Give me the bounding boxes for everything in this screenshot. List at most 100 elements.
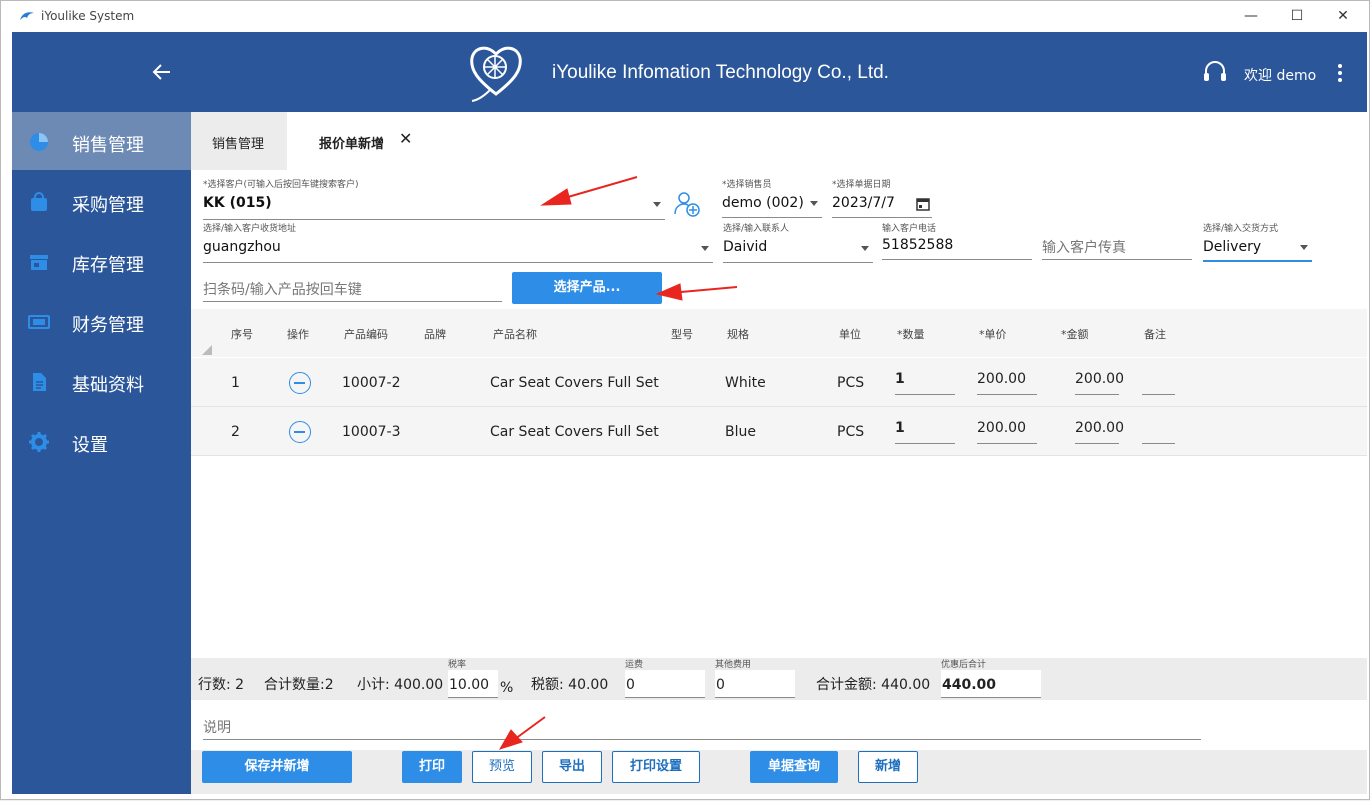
address-select[interactable]: 选择/输入客户收货地址 guangzhou — [203, 222, 713, 263]
tab-new-quotation[interactable]: 报价单新增 ✕ — [287, 112, 427, 170]
col-header: 规格 — [727, 328, 749, 341]
note-input[interactable] — [1142, 371, 1175, 395]
remark-input[interactable]: 说明 — [203, 712, 1201, 740]
dropdown-caret-icon — [701, 246, 709, 251]
phone-field[interactable]: 输入客户电话 51852588 — [882, 222, 1032, 260]
note-input[interactable] — [1142, 420, 1175, 444]
cell-name: Car Seat Covers Full Set — [490, 424, 659, 440]
query-documents-button[interactable]: 单据查询 — [750, 751, 838, 783]
cell-no: 1 — [231, 375, 240, 391]
cell-no: 2 — [231, 424, 240, 440]
sidebar-item-basic-data[interactable]: 基础资料 — [12, 352, 191, 410]
fax-field[interactable]: 输入客户传真 — [1042, 222, 1192, 260]
pie-chart-icon — [30, 133, 48, 151]
back-arrow-icon[interactable] — [150, 60, 174, 84]
print-settings-button[interactable]: 打印设置 — [612, 751, 700, 783]
close-window-button[interactable]: ✕ — [1323, 5, 1363, 27]
remove-row-icon[interactable] — [289, 372, 311, 394]
dropdown-caret-icon — [1300, 245, 1308, 250]
sidebar-item-label: 库存管理 — [72, 255, 144, 276]
sidebar-item-purchase[interactable]: 采购管理 — [12, 172, 191, 230]
amount-input[interactable]: 200.00 — [1075, 371, 1124, 395]
document-icon — [33, 373, 46, 391]
discounted-total-field[interactable]: 优惠后合计 440.00 — [941, 660, 1041, 698]
freight-label: 运费 — [625, 660, 644, 670]
other-fee-value: 0 — [716, 677, 725, 693]
sidebar-item-label: 设置 — [72, 435, 108, 456]
cell-spec: White — [725, 375, 766, 391]
maximize-button[interactable]: ☐ — [1277, 5, 1317, 27]
table-header: 序号 操作 产品编码 品牌 产品名称 型号 规格 单位 *数量 *单价 *金额 … — [191, 309, 1367, 357]
address-label: 选择/输入客户收货地址 — [203, 224, 297, 234]
freight-value: 0 — [626, 677, 635, 693]
date-value: 2023/7/7 — [832, 195, 895, 211]
contact-select[interactable]: 选择/输入联系人 Daivid — [723, 222, 873, 263]
price-input[interactable]: 200.00 — [977, 420, 1037, 444]
select-product-button[interactable]: 选择产品... — [512, 272, 662, 304]
cell-name: Car Seat Covers Full Set — [490, 375, 659, 391]
print-button[interactable]: 打印 — [402, 751, 462, 783]
qty-input[interactable]: 1 — [895, 420, 955, 444]
dropdown-caret-icon — [861, 246, 869, 251]
tab-label: 报价单新增 — [319, 137, 385, 152]
sidebar-item-inventory[interactable]: 库存管理 — [12, 232, 191, 290]
fax-placeholder: 输入客户传真 — [1042, 240, 1126, 256]
other-fee-field[interactable]: 其他费用 0 — [715, 660, 795, 698]
cell-spec: Blue — [725, 424, 756, 440]
salesman-label: *选择销售员 — [722, 180, 772, 190]
discounted-total-value: 440.00 — [942, 677, 997, 693]
new-button[interactable]: 新增 — [858, 751, 918, 783]
qty-input[interactable]: 1 — [895, 371, 955, 395]
tax-rate-field[interactable]: 税率 10.00 — [448, 660, 498, 698]
date-picker[interactable]: *选择单据日期 2023/7/7 — [832, 178, 932, 218]
sidebar-item-finance[interactable]: 财务管理 — [12, 292, 191, 350]
headset-icon[interactable] — [1202, 59, 1228, 85]
delivery-select[interactable]: 选择/输入交货方式 Delivery — [1203, 222, 1312, 262]
price-input[interactable]: 200.00 — [977, 371, 1037, 395]
col-header: 单位 — [839, 328, 861, 341]
sidebar: 销售管理 采购管理 库存管理 财务管理 基础资料 设置 — [12, 112, 191, 794]
store-icon — [30, 255, 48, 270]
col-header: 产品名称 — [493, 328, 537, 341]
tab-bar: 销售管理 报价单新增 ✕ — [191, 112, 1367, 170]
col-header: 品牌 — [424, 328, 446, 341]
save-and-new-button[interactable]: 保存并新增 — [202, 751, 352, 783]
freight-field[interactable]: 运费 0 — [625, 660, 705, 698]
col-header: 型号 — [671, 328, 693, 341]
calendar-icon[interactable] — [916, 197, 930, 211]
shopping-bag-icon — [31, 192, 47, 211]
customer-select[interactable]: *选择客户(可输入后按回车键搜索客户) KK (015) — [203, 178, 665, 220]
tab-sales-management[interactable]: 销售管理 — [191, 112, 287, 170]
delivery-value: Delivery — [1203, 239, 1262, 255]
dropdown-caret-icon — [810, 201, 818, 206]
money-icon — [28, 315, 50, 329]
more-vert-icon[interactable] — [1330, 62, 1350, 84]
delivery-label: 选择/输入交货方式 — [1203, 224, 1279, 234]
amount-input[interactable]: 200.00 — [1075, 420, 1124, 444]
barcode-input[interactable]: 扫条码/输入产品按回车键 — [203, 275, 502, 302]
address-value: guangzhou — [203, 239, 281, 255]
salesman-select[interactable]: *选择销售员 demo (002) — [722, 178, 822, 218]
col-header: *数量 — [897, 328, 925, 341]
close-tab-icon[interactable]: ✕ — [399, 129, 412, 148]
preview-button[interactable]: 预览 — [472, 751, 532, 783]
sidebar-item-label: 财务管理 — [72, 315, 144, 336]
minimize-button[interactable]: — — [1231, 5, 1271, 27]
add-customer-icon[interactable] — [673, 190, 701, 218]
remove-row-icon[interactable] — [289, 421, 311, 443]
cell-unit: PCS — [837, 424, 865, 440]
tab-label: 销售管理 — [212, 137, 265, 152]
company-name: iYoulike Infomation Technology Co., Ltd. — [552, 62, 889, 83]
subtotal: 小计: 400.00 — [357, 677, 444, 693]
welcome-user[interactable]: 欢迎 demo — [1244, 65, 1316, 85]
export-button[interactable]: 导出 — [542, 751, 602, 783]
col-header: 产品编码 — [344, 328, 388, 341]
tax-rate-label: 税率 — [448, 660, 467, 670]
sidebar-item-sales[interactable]: 销售管理 — [12, 112, 191, 170]
remark-placeholder: 说明 — [203, 720, 231, 736]
col-header: *单价 — [979, 328, 1007, 341]
cell-code: 10007-2 — [342, 375, 401, 391]
company-logo — [470, 46, 522, 102]
col-header: 序号 — [231, 328, 253, 341]
sidebar-item-settings[interactable]: 设置 — [12, 412, 191, 470]
